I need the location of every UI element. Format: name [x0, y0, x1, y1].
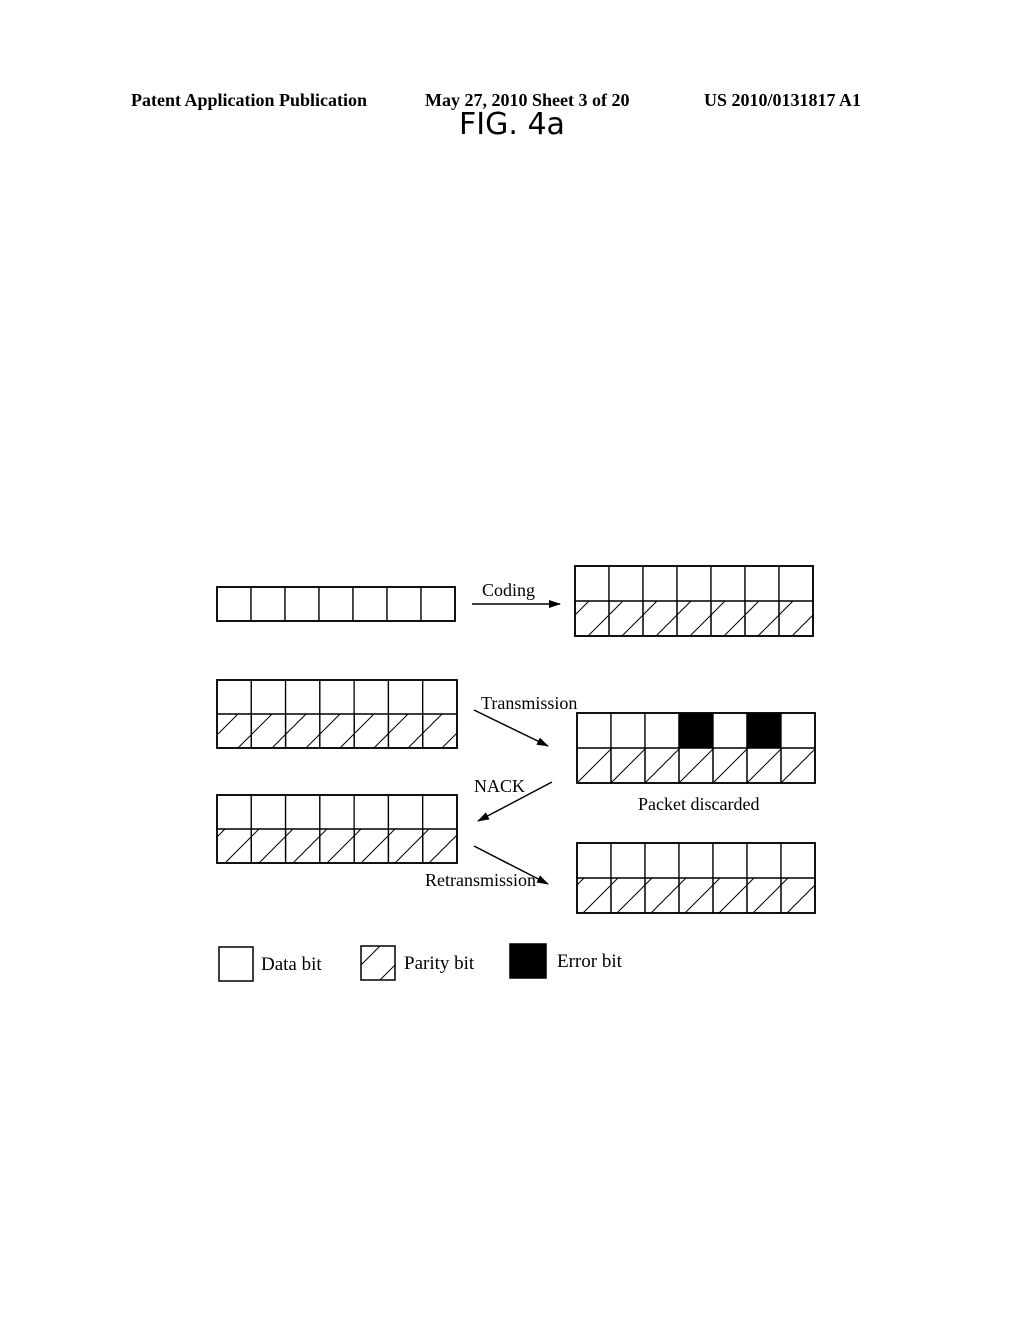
data-bit-cell — [250, 679, 287, 715]
data-bit-cell — [250, 794, 287, 830]
data-bit-cell — [610, 842, 646, 879]
transmission-arrow — [473, 709, 549, 747]
parity-bit-cell — [576, 747, 612, 784]
data-bit-cell — [319, 794, 355, 830]
parity-bit-cell — [422, 713, 458, 749]
retransmit-source-packet-block — [216, 794, 458, 864]
data-bit-cell — [422, 794, 458, 830]
parity-bit-cell — [644, 747, 680, 784]
parity-bit-cell — [780, 877, 816, 914]
original-data-block — [216, 586, 456, 622]
data-bit-cell — [250, 586, 286, 622]
parity-bit-cell — [644, 877, 680, 914]
data-bit-cell — [644, 842, 680, 879]
data-bit-cell — [318, 586, 354, 622]
data-bit-cell — [387, 794, 424, 830]
parity-bit-cell — [642, 600, 678, 637]
retransmitted-packet-block — [576, 842, 816, 914]
data-bit-cell — [710, 565, 746, 602]
coding-label: Coding — [482, 580, 535, 600]
coded-packet-block — [574, 565, 814, 637]
parity-bit-cell — [574, 600, 610, 637]
parity-bit-cell — [216, 713, 252, 749]
parity-bit-cell — [387, 828, 424, 864]
received-packet-block — [576, 712, 816, 784]
data-bit-cell — [352, 586, 388, 622]
parity-bit-cell — [353, 828, 390, 864]
parity-bit-cell — [746, 877, 782, 914]
packet-discarded-label: Packet discarded — [638, 794, 759, 814]
parity-bit-cell — [610, 747, 646, 784]
parity-bit-cell — [284, 713, 321, 749]
data-bit-cell — [644, 712, 680, 749]
parity-bit-cell — [778, 600, 814, 637]
legend-parity-label: Parity bit — [404, 953, 475, 974]
parity-bit-cell — [250, 713, 287, 749]
data-bit-cell — [642, 565, 678, 602]
data-bit-cell — [746, 842, 782, 879]
retransmission-label: Retransmission — [425, 870, 536, 890]
transmission-label: Transmission — [481, 693, 577, 713]
parity-bit-cell — [610, 877, 646, 914]
data-bit-cell — [678, 842, 714, 879]
legend-data-label: Data bit — [261, 954, 322, 975]
data-bit-cell — [778, 565, 814, 602]
data-bit-cell — [216, 679, 252, 715]
data-bit-cell — [284, 586, 320, 622]
legend: Data bit Parity bit Error bit — [218, 943, 623, 982]
data-bit-cell — [420, 586, 456, 622]
error-bit-cell — [746, 712, 782, 749]
data-bit-cell — [712, 842, 748, 879]
parity-bit-cell — [712, 877, 748, 914]
data-bit-cell — [610, 712, 646, 749]
transmitted-packet-block — [216, 679, 458, 749]
data-bit-cell — [712, 712, 748, 749]
parity-bit-cell — [678, 747, 714, 784]
parity-bit-cell — [710, 600, 746, 637]
data-bit-cell — [576, 712, 612, 749]
error-bit-cell — [678, 712, 714, 749]
data-bit-cell — [216, 586, 252, 622]
parity-bit-cell — [422, 828, 458, 864]
parity-bit-cell — [712, 747, 748, 784]
parity-bit-cell — [353, 713, 390, 749]
data-bit-cell — [576, 842, 612, 879]
data-bit-cell — [744, 565, 780, 602]
parity-bit-cell — [319, 828, 355, 864]
parity-bit-cell — [387, 713, 424, 749]
parity-bit-cell — [608, 600, 644, 637]
legend-error-swatch — [509, 943, 547, 979]
data-bit-cell — [608, 565, 644, 602]
data-bit-cell — [284, 794, 321, 830]
parity-bit-cell — [678, 877, 714, 914]
data-bit-cell — [574, 565, 610, 602]
data-bit-cell — [216, 794, 252, 830]
parity-bit-cell — [319, 713, 355, 749]
data-bit-cell — [386, 586, 422, 622]
parity-bit-cell — [576, 877, 612, 914]
legend-error-label: Error bit — [557, 951, 623, 972]
parity-bit-cell — [746, 747, 782, 784]
data-bit-cell — [387, 679, 424, 715]
parity-bit-cell — [780, 747, 816, 784]
legend-parity-swatch — [360, 945, 396, 981]
parity-bit-cell — [284, 828, 321, 864]
data-bit-cell — [353, 794, 390, 830]
harq-diagram: Coding Transmission NACK Retransmission … — [216, 565, 816, 982]
data-bit-cell — [353, 679, 390, 715]
nack-label: NACK — [474, 776, 525, 796]
data-bit-cell — [284, 679, 321, 715]
legend-data-swatch — [218, 946, 254, 982]
data-bit-cell — [676, 565, 712, 602]
parity-bit-cell — [250, 828, 287, 864]
parity-bit-cell — [744, 600, 780, 637]
parity-bit-cell — [676, 600, 712, 637]
data-bit-cell — [422, 679, 458, 715]
data-bit-cell — [780, 842, 816, 879]
data-bit-cell — [319, 679, 355, 715]
parity-bit-cell — [216, 828, 252, 864]
data-bit-cell — [780, 712, 816, 749]
